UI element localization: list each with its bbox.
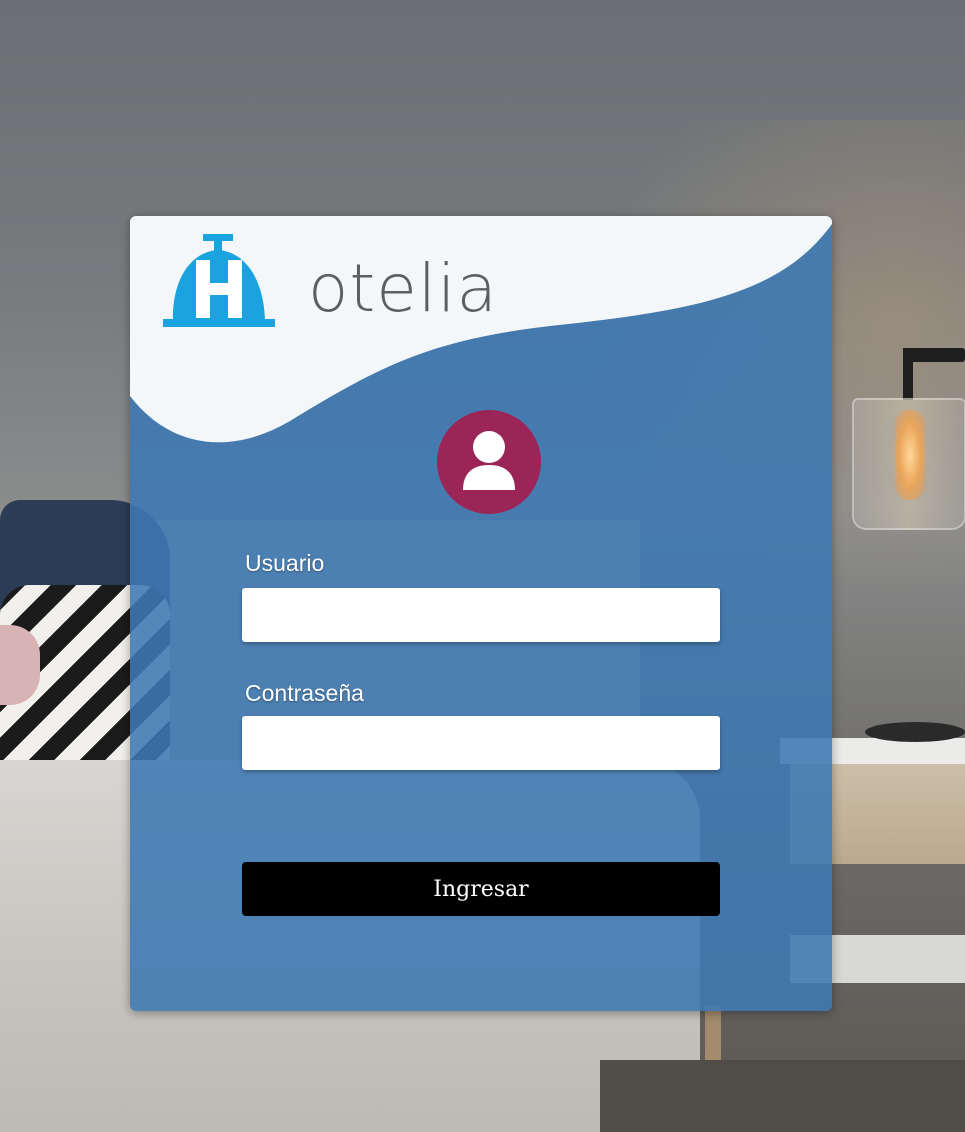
lamp-arm	[905, 348, 965, 362]
password-label: Contraseña	[245, 680, 364, 706]
floor-rug	[600, 1060, 965, 1132]
login-button[interactable]: Ingresar	[242, 862, 720, 916]
hotelia-logo: otelia	[163, 234, 497, 329]
login-card: otelia Usuario Contraseña Ingresar	[130, 216, 832, 1011]
logo-wordmark: otelia	[308, 250, 498, 327]
lamp-bulb	[895, 410, 925, 500]
lamp-base	[865, 722, 965, 742]
user-icon	[463, 431, 515, 490]
username-input[interactable]	[242, 588, 720, 642]
pink-pillow	[0, 625, 40, 705]
hotel-bell-h-icon	[163, 234, 275, 327]
user-avatar	[437, 410, 541, 514]
password-input[interactable]	[242, 716, 720, 770]
username-label: Usuario	[245, 550, 325, 576]
